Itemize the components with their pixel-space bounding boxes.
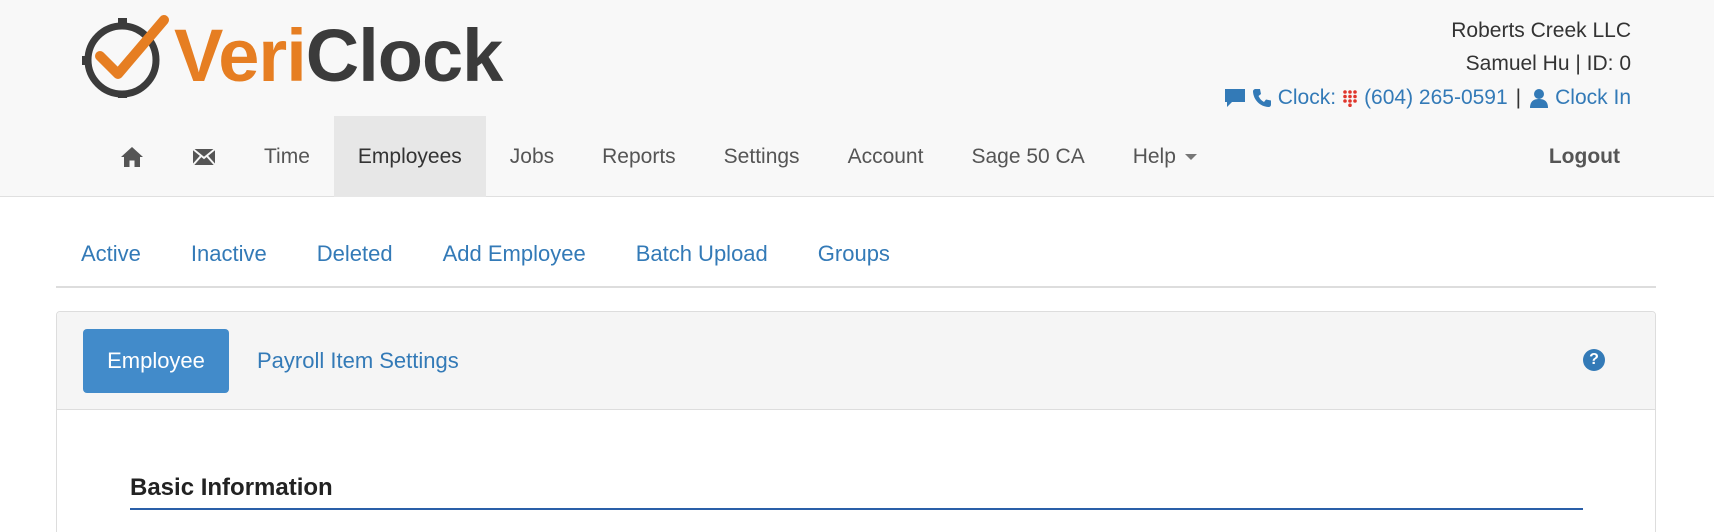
user-id-line: Samuel Hu | ID: 0	[1465, 52, 1631, 75]
nav-home[interactable]	[96, 116, 168, 197]
clock-label[interactable]: Clock:	[1278, 86, 1336, 110]
employee-subnav: Active Inactive Deleted Add Employee Bat…	[56, 230, 1656, 288]
envelope-icon	[192, 147, 216, 166]
section-title-basic-information: Basic Information	[130, 474, 1583, 510]
subnav-deleted[interactable]: Deleted	[292, 230, 418, 286]
account-info: Roberts Creek LLC Samuel Hu | ID: 0	[1451, 14, 1631, 80]
phone-icon[interactable]	[1252, 88, 1272, 108]
nav-messages[interactable]	[168, 116, 240, 197]
nav-settings[interactable]: Settings	[700, 116, 824, 197]
nav-sage[interactable]: Sage 50 CA	[947, 116, 1108, 197]
nav-time[interactable]: Time	[240, 116, 334, 197]
nav-help[interactable]: Help	[1109, 116, 1221, 197]
subnav-active[interactable]: Active	[56, 230, 166, 286]
tab-employee[interactable]: Employee	[83, 329, 229, 393]
keypad-icon	[1343, 90, 1357, 107]
employee-panel: Employee Payroll Item Settings ? Basic I…	[56, 311, 1656, 532]
subnav-groups[interactable]: Groups	[793, 230, 915, 286]
clock-phone-link[interactable]: (604) 265-0591	[1364, 86, 1508, 110]
home-icon	[121, 146, 143, 167]
main-nav: Time Employees Jobs Reports Settings Acc…	[96, 116, 1221, 197]
company-name: Roberts Creek LLC	[1451, 19, 1631, 42]
top-header: VeriClock Roberts Creek LLC Samuel Hu | …	[0, 0, 1714, 197]
subnav-add-employee[interactable]: Add Employee	[418, 230, 611, 286]
clockbar-separator: |	[1515, 86, 1522, 109]
question-circle-icon[interactable]: ?	[1583, 349, 1605, 371]
logo-wordmark: VeriClock	[174, 14, 503, 97]
clock-check-logo-icon	[82, 15, 169, 98]
clock-in-link[interactable]: Clock In	[1555, 86, 1631, 110]
clock-bar: Clock: (604) 265-0591 | Clock In	[1224, 86, 1631, 110]
subnav-batch-upload[interactable]: Batch Upload	[611, 230, 793, 286]
nav-employees[interactable]: Employees	[333, 116, 486, 197]
vericlock-logo[interactable]: VeriClock	[78, 14, 503, 98]
user-icon[interactable]	[1529, 88, 1549, 108]
caret-down-icon	[1184, 153, 1197, 160]
nav-help-label: Help	[1132, 144, 1176, 168]
nav-jobs[interactable]: Jobs	[486, 116, 578, 197]
nav-account[interactable]: Account	[824, 116, 948, 197]
panel-header: Employee Payroll Item Settings ?	[57, 312, 1655, 410]
tab-payroll-item-settings[interactable]: Payroll Item Settings	[257, 329, 459, 393]
subnav-inactive[interactable]: Inactive	[166, 230, 292, 286]
comment-icon[interactable]	[1224, 88, 1246, 108]
logout-link[interactable]: Logout	[1549, 116, 1620, 197]
nav-reports[interactable]: Reports	[578, 116, 700, 197]
